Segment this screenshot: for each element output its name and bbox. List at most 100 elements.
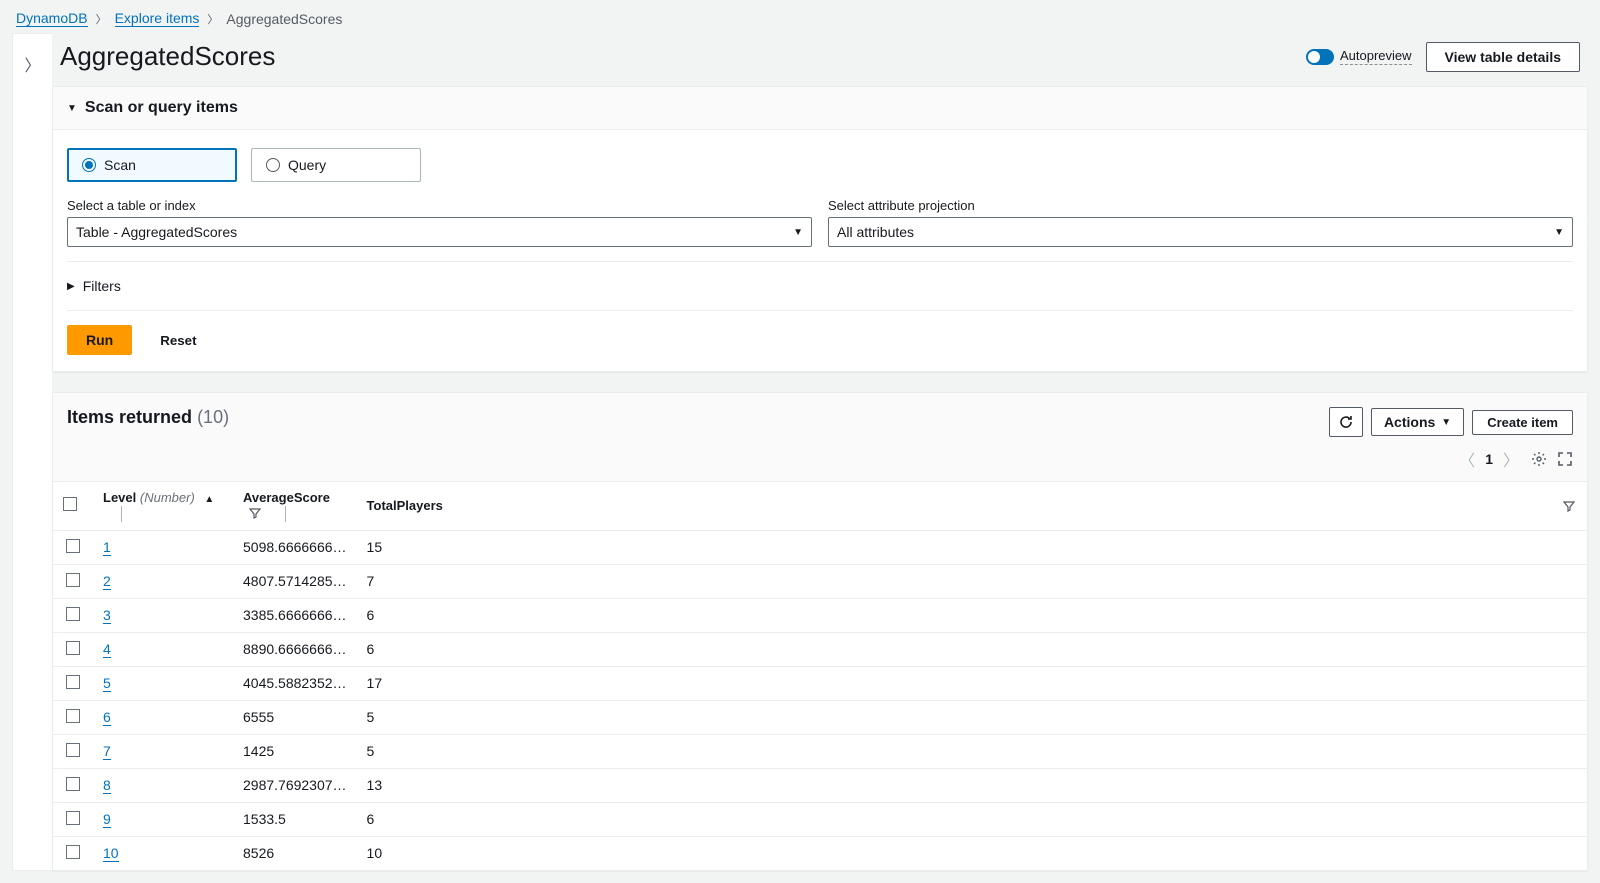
- query-radio-label: Query: [288, 157, 326, 173]
- filters-toggle[interactable]: ▶ Filters: [67, 276, 1573, 296]
- pager-prev[interactable]: 〈: [1459, 447, 1475, 471]
- reset-button[interactable]: Reset: [146, 327, 210, 354]
- row-checkbox[interactable]: [66, 573, 80, 587]
- table-row: 10852610: [53, 836, 1587, 870]
- chevron-right-icon: 〉: [96, 11, 107, 27]
- level-link[interactable]: 9: [103, 811, 111, 828]
- row-checkbox[interactable]: [66, 743, 80, 757]
- cell-totalplayers: 5: [357, 700, 497, 734]
- table-header-row: Level (Number) ▲ AverageScore: [53, 482, 1587, 530]
- items-count: (10): [197, 407, 229, 427]
- sidebar-collapse-tab[interactable]: 〉: [12, 33, 52, 871]
- row-checkbox[interactable]: [66, 777, 80, 791]
- cell-totalplayers: 6: [357, 632, 497, 666]
- table-select[interactable]: Table - AggregatedScores ▼: [67, 217, 812, 247]
- scan-radio-label: Scan: [104, 157, 136, 173]
- pager-page-number: 1: [1485, 451, 1493, 467]
- cell-totalplayers: 6: [357, 598, 497, 632]
- level-link[interactable]: 5: [103, 675, 111, 692]
- breadcrumb-root[interactable]: DynamoDB: [16, 10, 88, 27]
- row-checkbox[interactable]: [66, 641, 80, 655]
- breadcrumb: DynamoDB 〉 Explore items 〉 AggregatedSco…: [0, 0, 1600, 33]
- cell-averagescore: 5098.6666666…: [233, 530, 357, 564]
- cell-totalplayers: 5: [357, 734, 497, 768]
- cell-totalplayers: 7: [357, 564, 497, 598]
- cell-totalplayers: 10: [357, 836, 497, 870]
- column-filter-icon[interactable]: [1563, 500, 1577, 514]
- table-row: 714255: [53, 734, 1587, 768]
- filters-label: Filters: [83, 278, 121, 294]
- filter-icon[interactable]: [249, 507, 263, 521]
- level-link[interactable]: 8: [103, 777, 111, 794]
- row-checkbox[interactable]: [66, 811, 80, 825]
- caret-right-icon: ▶: [67, 281, 75, 292]
- radio-unselected-icon: [266, 158, 280, 172]
- scan-query-panel: ▼ Scan or query items Scan Query: [52, 86, 1588, 372]
- table-select-label: Select a table or index: [67, 198, 812, 213]
- level-link[interactable]: 1: [103, 539, 111, 556]
- cell-averagescore: 8890.6666666…: [233, 632, 357, 666]
- projection-select-value: All attributes: [837, 224, 914, 240]
- run-button[interactable]: Run: [67, 325, 132, 355]
- column-header-totalplayers[interactable]: TotalPlayers: [357, 482, 497, 530]
- radio-selected-icon: [82, 158, 96, 172]
- pager: 〈 1 〉: [1459, 447, 1519, 471]
- settings-button[interactable]: [1531, 451, 1547, 467]
- table-row: 3 3385.6666666…6: [53, 598, 1587, 632]
- actions-dropdown[interactable]: Actions ▼: [1371, 408, 1464, 436]
- scan-query-header[interactable]: ▼ Scan or query items: [53, 87, 1587, 130]
- chevron-right-icon: 〉: [24, 52, 40, 76]
- scan-query-title: Scan or query items: [85, 99, 238, 117]
- page-title: AggregatedScores: [60, 41, 275, 72]
- actions-label: Actions: [1384, 414, 1435, 430]
- level-link[interactable]: 4: [103, 641, 111, 658]
- autopreview-toggle[interactable]: Autopreview: [1306, 48, 1412, 65]
- level-link[interactable]: 10: [103, 845, 119, 862]
- create-item-button[interactable]: Create item: [1472, 410, 1573, 435]
- column-header-level[interactable]: Level (Number) ▲: [93, 482, 233, 530]
- table-select-value: Table - AggregatedScores: [76, 224, 237, 240]
- projection-select[interactable]: All attributes ▼: [828, 217, 1573, 247]
- fullscreen-button[interactable]: [1557, 451, 1573, 467]
- row-checkbox[interactable]: [66, 607, 80, 621]
- level-link[interactable]: 7: [103, 743, 111, 760]
- cell-averagescore: 2987.7692307…: [233, 768, 357, 802]
- level-link[interactable]: 3: [103, 607, 111, 624]
- page-header: AggregatedScores Autopreview View table …: [52, 33, 1588, 86]
- table-row: 4 8890.6666666…6: [53, 632, 1587, 666]
- pager-next[interactable]: 〉: [1503, 447, 1519, 471]
- table-row: 8 2987.7692307…13: [53, 768, 1587, 802]
- row-checkbox[interactable]: [66, 709, 80, 723]
- table-row: 2 4807.5714285…7: [53, 564, 1587, 598]
- chevron-right-icon: 〉: [207, 11, 218, 27]
- refresh-button[interactable]: [1329, 407, 1363, 437]
- table-row: 5 4045.5882352…17: [53, 666, 1587, 700]
- projection-select-label: Select attribute projection: [828, 198, 1573, 213]
- breadcrumb-explore-items[interactable]: Explore items: [115, 10, 200, 27]
- caret-down-icon: ▼: [793, 227, 803, 238]
- cell-totalplayers: 6: [357, 802, 497, 836]
- table-row: 15098.6666666…15: [53, 530, 1587, 564]
- cell-totalplayers: 17: [357, 666, 497, 700]
- cell-averagescore: 3385.6666666…: [233, 598, 357, 632]
- level-link[interactable]: 2: [103, 573, 111, 590]
- scan-radio[interactable]: Scan: [67, 148, 237, 182]
- column-header-averagescore[interactable]: AverageScore: [233, 482, 357, 530]
- cell-averagescore: 4807.5714285…: [233, 564, 357, 598]
- row-checkbox[interactable]: [66, 845, 80, 859]
- items-table: Level (Number) ▲ AverageScore: [53, 482, 1587, 870]
- breadcrumb-current: AggregatedScores: [226, 11, 342, 27]
- row-checkbox[interactable]: [66, 539, 80, 553]
- row-checkbox[interactable]: [66, 675, 80, 689]
- query-radio[interactable]: Query: [251, 148, 421, 182]
- items-returned-panel: Items returned (10) Actions ▼ Create ite…: [52, 392, 1588, 871]
- cell-averagescore: 6555: [233, 700, 357, 734]
- sort-asc-icon: ▲: [204, 494, 214, 505]
- select-all-checkbox[interactable]: [63, 497, 77, 511]
- view-table-details-button[interactable]: View table details: [1426, 42, 1580, 72]
- cell-averagescore: 4045.5882352…: [233, 666, 357, 700]
- cell-totalplayers: 13: [357, 768, 497, 802]
- level-link[interactable]: 6: [103, 709, 111, 726]
- table-row: 6 65555: [53, 700, 1587, 734]
- caret-down-icon: ▼: [67, 103, 77, 114]
